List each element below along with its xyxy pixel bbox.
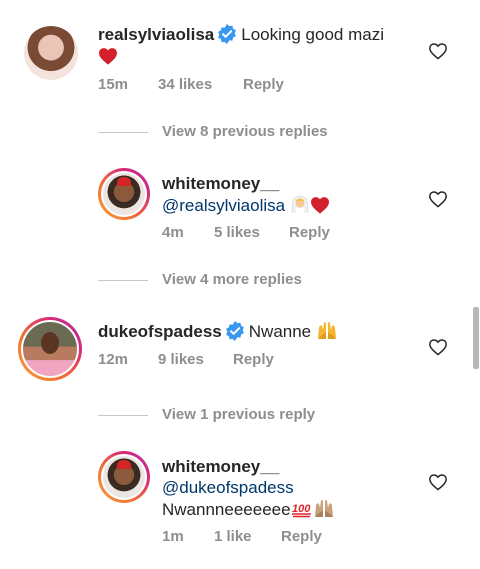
comment-text-line2 — [98, 46, 118, 68]
mention-link[interactable]: @realsylviaolisa — [162, 196, 285, 215]
comment-body: Looking good mazi — [241, 25, 384, 44]
username[interactable]: whitemoney__ — [162, 174, 279, 193]
divider — [98, 132, 148, 133]
comment-likes[interactable]: 5 likes — [214, 224, 260, 241]
divider — [98, 415, 148, 416]
reply-button[interactable]: Reply — [233, 351, 274, 368]
view-previous-replies-button[interactable]: View 8 previous replies — [162, 123, 328, 140]
like-heart-icon[interactable] — [428, 338, 448, 356]
comment-likes[interactable]: 34 likes — [158, 76, 212, 93]
reply-text: @realsylviaolisa — [162, 194, 330, 217]
like-heart-icon[interactable] — [428, 42, 448, 60]
raising-hands-icon — [317, 322, 336, 339]
reply-mention-line: @dukeofspadess — [162, 477, 294, 499]
hundred-points-icon: 100 — [291, 503, 311, 518]
comment-time: 1m — [162, 528, 184, 545]
comment-body: Nwannneeeeeee — [162, 500, 291, 519]
username[interactable]: realsylviaolisa — [98, 25, 214, 44]
avatar-whitemoney[interactable] — [98, 451, 150, 503]
avatar-realsylviaolisa[interactable] — [24, 26, 78, 80]
comment-time: 12m — [98, 351, 129, 368]
comment-body: Nwanne — [248, 322, 312, 341]
comment-likes[interactable]: 1 like — [214, 528, 252, 545]
woman-with-veil-icon — [291, 195, 309, 213]
view-previous-reply-button[interactable]: View 1 previous reply — [162, 406, 315, 423]
reply-username-line: whitemoney__ — [162, 173, 279, 195]
like-heart-icon[interactable] — [428, 190, 448, 208]
reply-username-line: whitemoney__ — [162, 456, 279, 478]
red-heart-icon — [310, 197, 329, 214]
username[interactable]: dukeofspadess — [98, 322, 222, 341]
view-more-replies-button[interactable]: View 4 more replies — [162, 271, 302, 288]
comment-text: realsylviaolisa Looking good mazi — [98, 24, 384, 46]
scrollbar[interactable] — [473, 307, 479, 369]
verified-badge-icon — [225, 321, 244, 341]
comment-likes[interactable]: 9 likes — [158, 351, 204, 368]
username[interactable]: whitemoney__ — [162, 457, 279, 476]
reply-button[interactable]: Reply — [281, 528, 322, 545]
avatar-whitemoney[interactable] — [98, 168, 150, 220]
svg-text:100: 100 — [292, 503, 311, 515]
comment-time: 4m — [162, 224, 184, 241]
comment-time: 15m — [98, 76, 129, 93]
verified-badge-icon — [218, 24, 237, 44]
divider — [98, 280, 148, 281]
like-heart-icon[interactable] — [428, 473, 448, 491]
reply-text: Nwannneeeeeee 100 — [162, 498, 335, 521]
raising-hands-icon — [314, 500, 333, 517]
avatar-dukeofspadess[interactable] — [18, 317, 82, 381]
comment-text: dukeofspadess Nwanne — [98, 320, 338, 343]
mention-link[interactable]: @dukeofspadess — [162, 478, 294, 497]
reply-button[interactable]: Reply — [243, 76, 284, 93]
reply-button[interactable]: Reply — [289, 224, 330, 241]
red-heart-icon — [99, 48, 117, 65]
